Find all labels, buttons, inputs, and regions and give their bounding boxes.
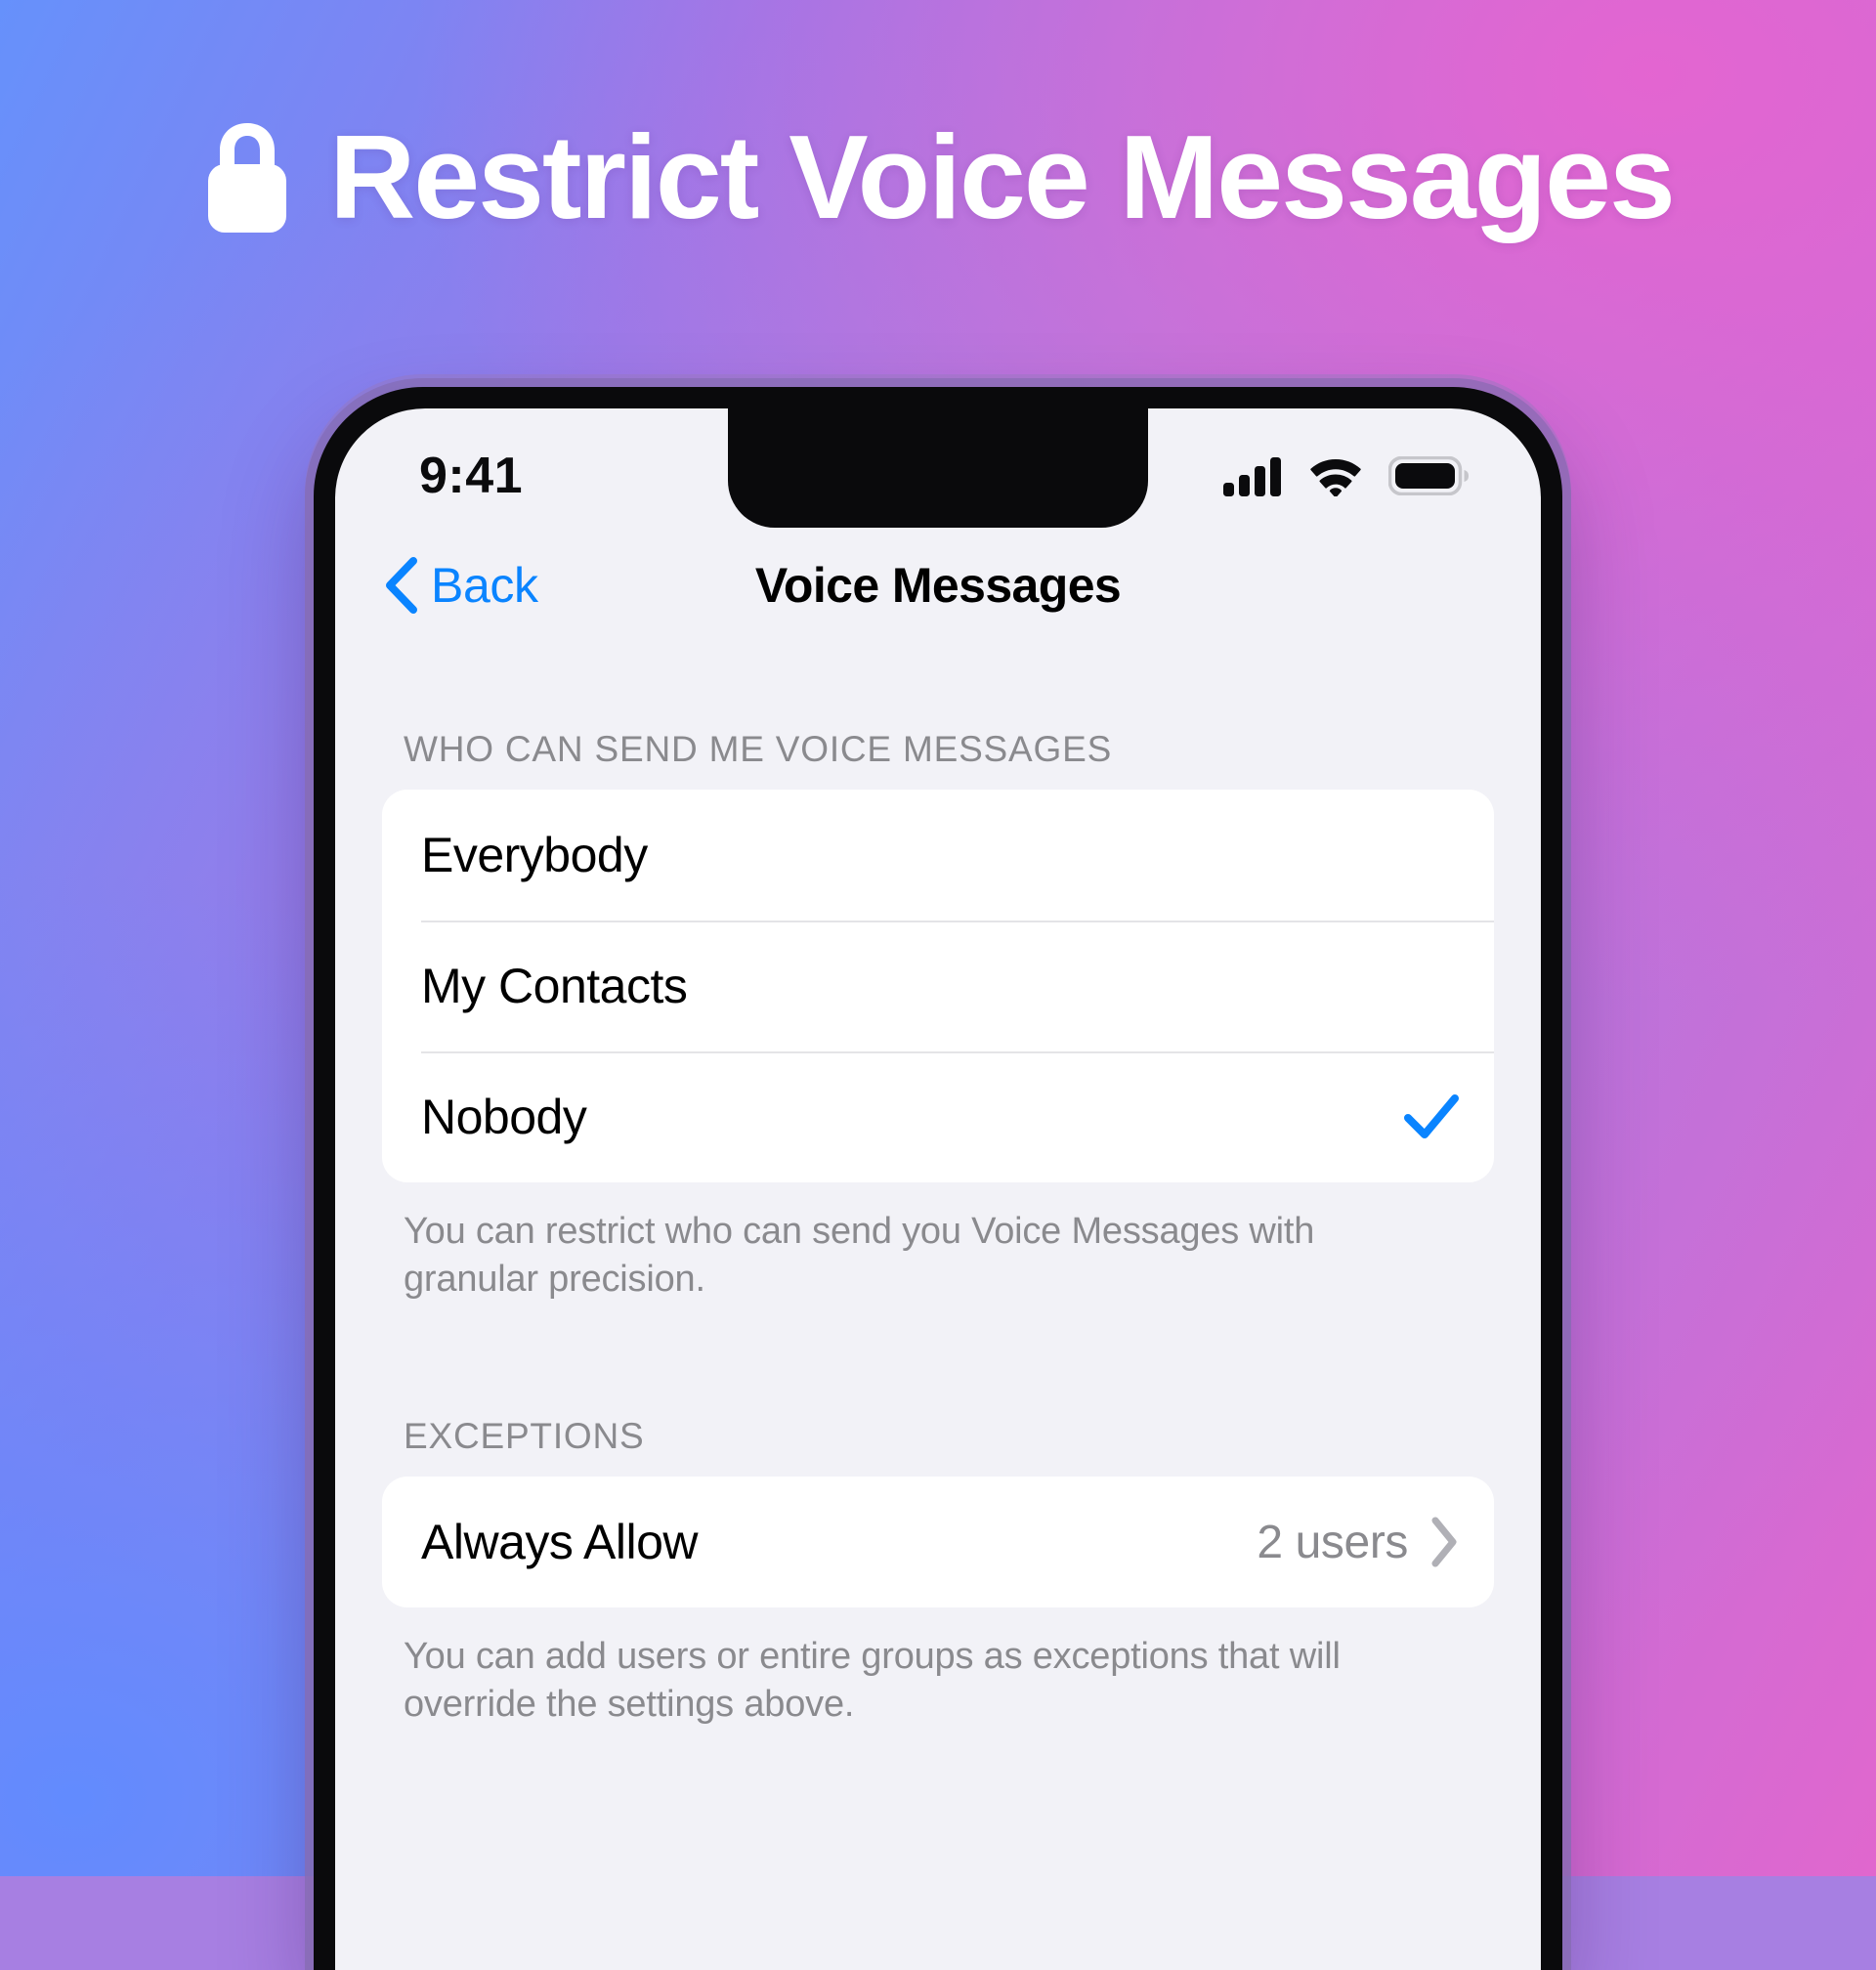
cellular-signal-icon: [1223, 457, 1281, 496]
wifi-icon: [1310, 459, 1361, 496]
footer-note-recipients: You can restrict who can send you Voice …: [404, 1211, 1315, 1300]
option-label: Everybody: [421, 828, 648, 882]
checkmark-icon: [1404, 1094, 1459, 1138]
section-header-exceptions: EXCEPTIONS: [404, 1416, 645, 1457]
exception-label: Always Allow: [421, 1515, 699, 1570]
chevron-left-icon: [386, 557, 417, 614]
promo-headline-text: Restrict Voice Messages: [329, 110, 1676, 243]
option-label: Nobody: [421, 1090, 587, 1144]
status-bar: 9:41: [335, 408, 1541, 528]
lock-icon: [208, 123, 287, 233]
option-row-everybody[interactable]: Everybody: [382, 790, 1494, 921]
back-button-label: Back: [431, 558, 538, 613]
promo-headline: Restrict Voice Messages: [0, 117, 1876, 236]
recipients-options-card: Everybody My Contacts Nobody: [382, 790, 1494, 1182]
navigation-bar: Back Voice Messages: [335, 528, 1541, 643]
exceptions-card: Always Allow 2 users: [382, 1477, 1494, 1608]
settings-content: WHO CAN SEND ME VOICE MESSAGES Everybody…: [335, 643, 1541, 1729]
exception-accessory: 2 users: [1257, 1516, 1459, 1569]
phone-mockup: 9:41 Back Voice Messages WHO CAN SEND ME…: [314, 387, 1562, 1970]
exception-row-always-allow[interactable]: Always Allow 2 users: [382, 1477, 1494, 1607]
status-bar-icons: [1222, 455, 1469, 496]
option-label: My Contacts: [421, 959, 688, 1013]
option-row-nobody[interactable]: Nobody: [382, 1051, 1494, 1182]
option-accessory: [1404, 1093, 1459, 1140]
battery-icon: [1388, 456, 1469, 495]
status-bar-time: 9:41: [419, 448, 524, 504]
option-row-my-contacts[interactable]: My Contacts: [382, 921, 1494, 1051]
phone-screen: 9:41 Back Voice Messages WHO CAN SEND ME…: [335, 408, 1541, 1970]
exception-value: 2 users: [1257, 1516, 1408, 1568]
section-header-recipients: WHO CAN SEND ME VOICE MESSAGES: [404, 729, 1113, 769]
footer-note-exceptions: You can add users or entire groups as ex…: [404, 1636, 1341, 1725]
chevron-right-icon: [1431, 1517, 1457, 1567]
back-button[interactable]: Back: [384, 557, 538, 614]
